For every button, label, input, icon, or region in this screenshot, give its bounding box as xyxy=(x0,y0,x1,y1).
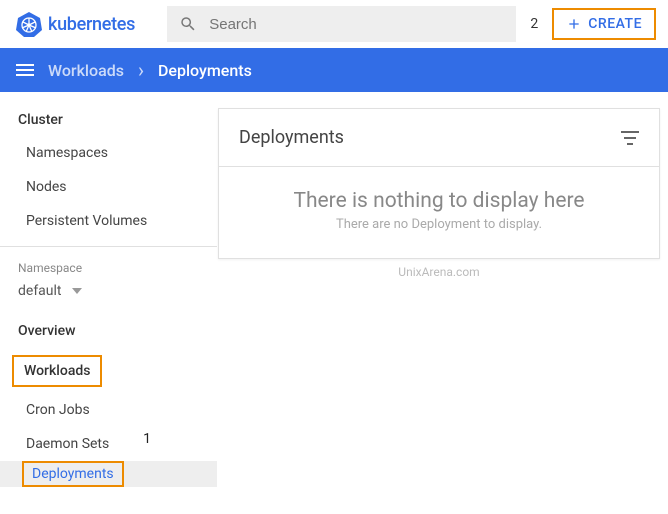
divider xyxy=(0,246,217,247)
sidebar-section-cluster[interactable]: Cluster xyxy=(0,104,217,136)
kubernetes-logo-icon xyxy=(16,11,42,37)
empty-state-subtitle: There are no Deployment to display. xyxy=(231,217,647,232)
search-input[interactable] xyxy=(209,16,504,33)
card-body: There is nothing to display here There a… xyxy=(219,167,659,258)
card-title: Deployments xyxy=(239,127,344,148)
namespace-select[interactable]: default xyxy=(0,277,217,313)
logo[interactable]: kubernetes xyxy=(16,11,135,37)
menu-icon[interactable] xyxy=(16,64,34,76)
create-button[interactable]: CREATE xyxy=(552,8,656,40)
sidebar-item-label: Daemon Sets xyxy=(26,436,109,452)
namespace-label: Namespace xyxy=(0,255,217,277)
sidebar-item-label: Deployments xyxy=(22,461,124,487)
topbar: kubernetes 2 CREATE xyxy=(0,0,668,48)
sidebar-item-persistent-volumes[interactable]: Persistent Volumes xyxy=(0,204,217,238)
plus-icon xyxy=(566,16,582,32)
sidebar-section-workloads[interactable]: Workloads xyxy=(12,355,102,387)
sidebar-item-overview[interactable]: Overview xyxy=(0,313,217,349)
breadcrumb-bar: Workloads › Deployments xyxy=(0,48,668,92)
namespace-value: default xyxy=(18,283,62,299)
breadcrumb-parent[interactable]: Workloads xyxy=(48,61,124,80)
sidebar-item-cron-jobs[interactable]: Cron Jobs xyxy=(0,393,217,427)
annotation-2: 2 xyxy=(524,16,544,32)
empty-state-title: There is nothing to display here xyxy=(231,189,647,213)
brand-text: kubernetes xyxy=(48,14,135,35)
sidebar-item-daemon-sets[interactable]: Daemon Sets 1 xyxy=(0,427,217,461)
breadcrumb-current: Deployments xyxy=(158,61,252,80)
annotation-1: 1 xyxy=(143,431,151,447)
sidebar: Cluster Namespaces Nodes Persistent Volu… xyxy=(0,92,218,514)
caret-down-icon xyxy=(72,288,82,294)
deployments-card: Deployments There is nothing to display … xyxy=(218,108,660,259)
chevron-right-icon: › xyxy=(138,58,144,82)
sidebar-item-deployments[interactable]: Deployments xyxy=(0,461,217,487)
search-icon xyxy=(179,14,197,34)
sidebar-item-namespaces[interactable]: Namespaces xyxy=(0,136,217,170)
main-content: Deployments There is nothing to display … xyxy=(218,92,668,514)
card-header: Deployments xyxy=(219,109,659,167)
sidebar-item-nodes[interactable]: Nodes xyxy=(0,170,217,204)
create-button-label: CREATE xyxy=(588,16,642,32)
filter-icon[interactable] xyxy=(621,131,639,145)
watermark: UnixArena.com xyxy=(218,265,660,279)
search-box[interactable] xyxy=(167,6,516,42)
